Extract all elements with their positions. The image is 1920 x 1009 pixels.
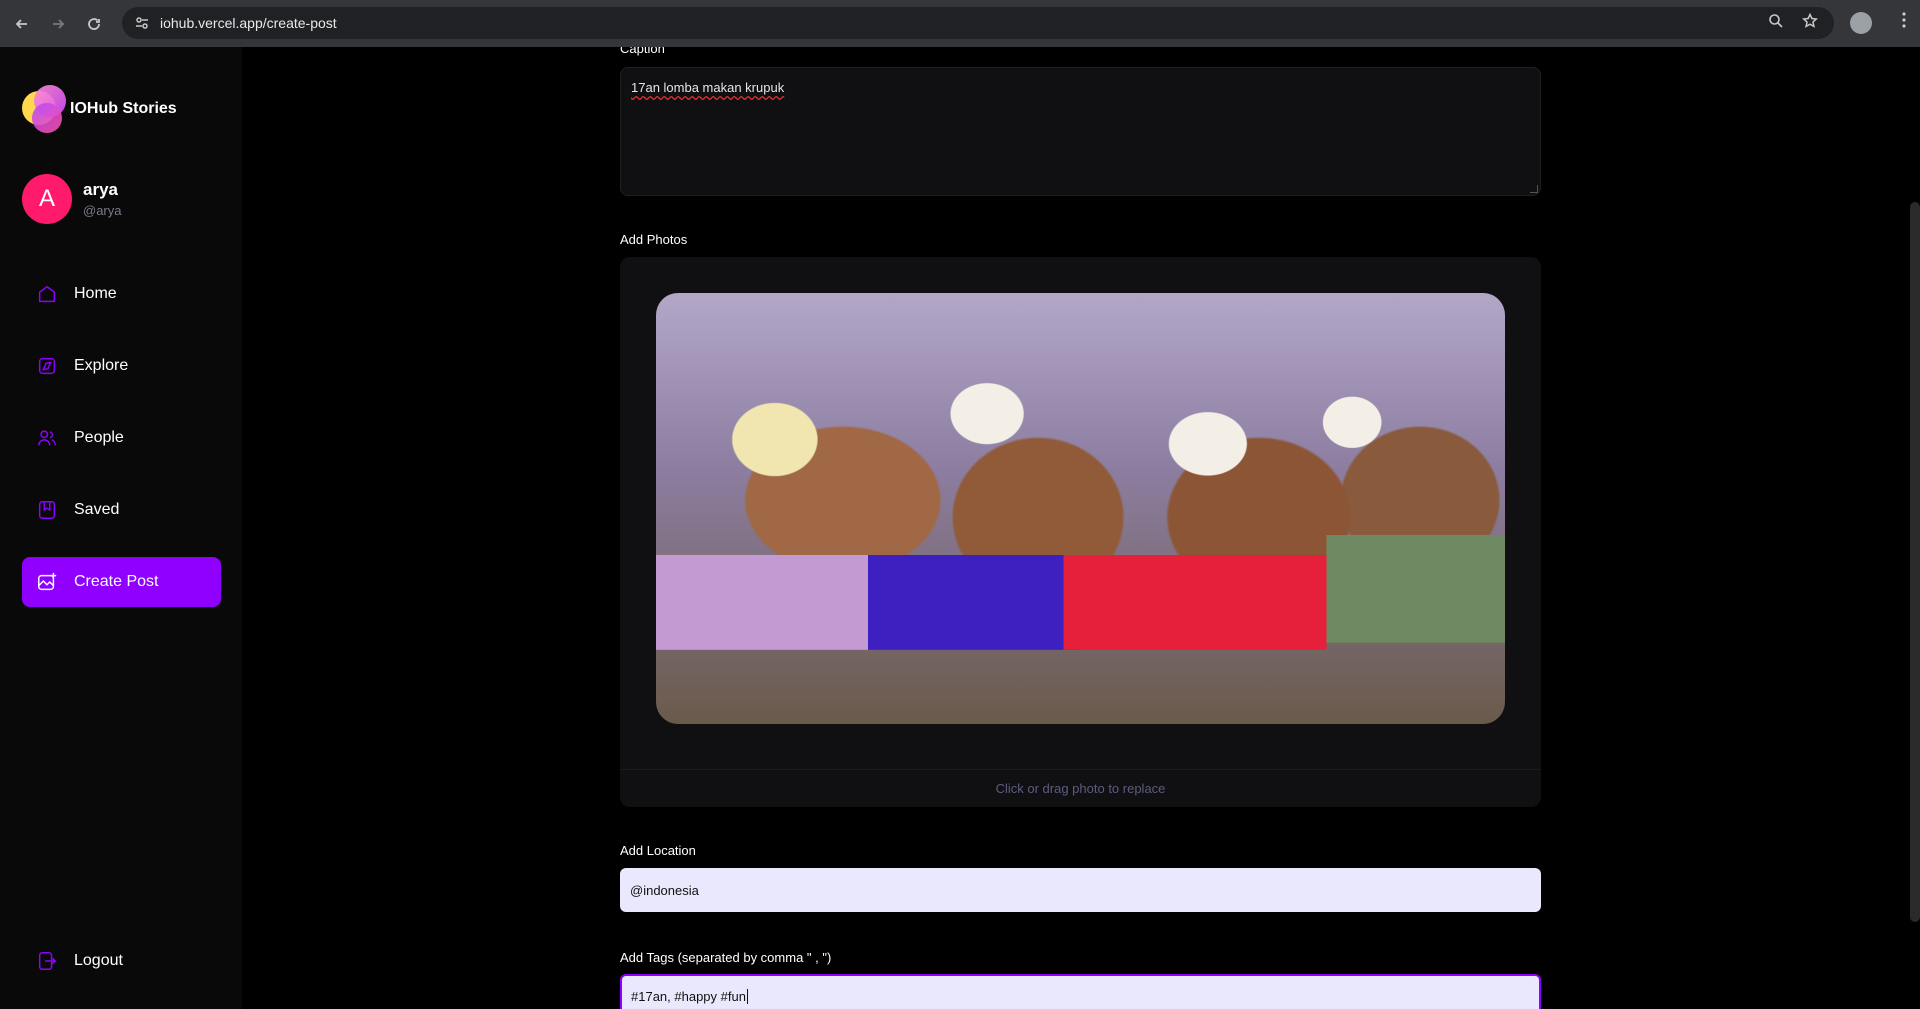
address-bar[interactable]: iohub.vercel.app/create-post [122,7,1834,39]
profile-handle: @arya [83,203,122,218]
tags-label: Add Tags (separated by comma " , ") [620,950,832,965]
app-logo[interactable]: IOHub Stories [22,85,177,133]
photos-label: Add Photos [620,232,688,247]
logout-label: Logout [74,952,123,969]
uploaded-photo [656,293,1505,724]
bookmark-icon [38,501,56,519]
photo-dropzone[interactable]: Click or drag photo to replace [620,257,1541,807]
caption-text: 17an lomba makan krupuk [631,80,785,95]
logout-button[interactable]: Logout [22,941,221,981]
browser-profile-icon[interactable] [1850,12,1872,34]
create-post-icon [38,572,57,591]
sidebar-item-create-post[interactable]: Create Post [22,557,221,607]
text-caret [746,988,748,1004]
people-icon [38,430,56,446]
scrollbar[interactable] [1910,202,1920,922]
logo-mark-icon [22,85,68,133]
sidebar: IOHub Stories A arya @arya Home Explore … [0,47,242,1009]
explore-icon [38,357,56,375]
user-profile[interactable]: A arya @arya [22,174,122,224]
sidebar-item-explore[interactable]: Explore [22,341,221,391]
logout-icon [38,952,57,970]
home-icon [38,285,56,303]
profile-name: arya [83,180,118,199]
site-settings-icon[interactable] [134,15,150,31]
sidebar-nav: Home Explore People Saved Create Post [22,269,221,629]
tags-value: #17an, #happy #fun [631,988,746,1004]
bookmark-star-icon[interactable] [1801,12,1819,34]
create-post-main: Caption 17an lomba makan krupuk Add Phot… [242,47,1920,1009]
browser-menu-icon[interactable] [1902,12,1906,33]
photo-replace-hint[interactable]: Click or drag photo to replace [620,769,1541,807]
location-input[interactable]: @indonesia [620,868,1541,912]
sidebar-item-home[interactable]: Home [22,269,221,319]
avatar: A [22,174,72,224]
url-text[interactable]: iohub.vercel.app/create-post [160,15,337,31]
back-icon[interactable] [8,10,36,38]
caption-label: Caption [620,47,665,56]
caption-textarea[interactable]: 17an lomba makan krupuk [620,67,1541,196]
location-value: @indonesia [630,882,699,898]
tags-input[interactable]: #17an, #happy #fun [620,974,1541,1009]
forward-icon[interactable] [44,10,72,38]
browser-toolbar: iohub.vercel.app/create-post [0,0,1920,47]
sidebar-item-people[interactable]: People [22,413,221,463]
resize-grip[interactable] [1530,185,1538,193]
sidebar-item-label: People [74,429,124,446]
location-label: Add Location [620,843,696,858]
sidebar-item-label: Explore [74,357,129,374]
sidebar-item-label: Create Post [74,573,159,590]
logo-text: IOHub Stories [70,100,177,117]
reload-icon[interactable] [80,10,108,38]
sidebar-item-label: Home [74,285,117,302]
sidebar-item-label: Saved [74,501,120,518]
zoom-icon[interactable] [1768,13,1784,34]
sidebar-item-saved[interactable]: Saved [22,485,221,535]
